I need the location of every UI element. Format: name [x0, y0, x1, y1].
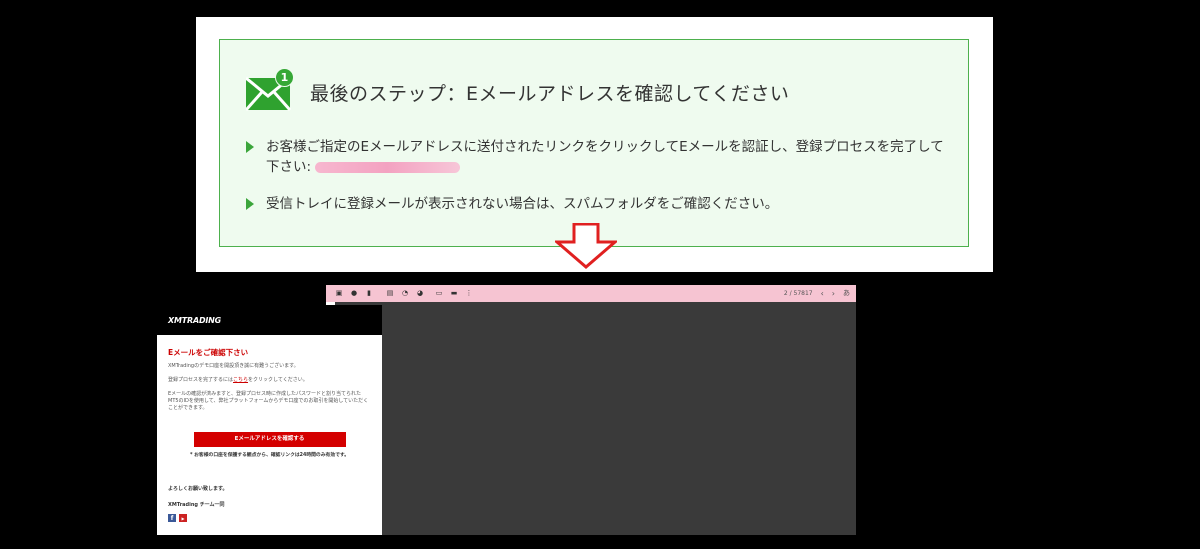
notice-item-text: お客様ご指定のEメールアドレスに送付されたリンクをクリックしてEメールを認証し、…: [266, 139, 944, 175]
facebook-icon[interactable]: f: [168, 514, 176, 522]
move-icon[interactable]: ▭: [434, 289, 444, 299]
email-paragraph: XMTradingのデモ口座を開設頂き誠に有難うございます。: [168, 363, 299, 369]
mail-toolbar: ▣ ● ▮ ▤ ◔ ◕ ▭ ▬ ⋮ 2 / 57817 ‹ › あ: [326, 285, 856, 302]
email-title: Eメールをご確認下さい: [168, 348, 249, 357]
link-expiry-note: * お客様の口座を保護する観点から、確認リンクは24時間のみ有効です。: [189, 453, 350, 458]
bullet-arrow-icon: [246, 198, 254, 210]
confirm-email-button[interactable]: Eメールアドレスを確認する: [193, 432, 346, 447]
notice-item-text: 受信トレイに登録メールが表示されない場合は、スパムフォルダをご確認ください。: [266, 196, 779, 212]
email-paragraph: 登録プロセスを完了するにはこちらをクリックしてください。: [168, 377, 308, 383]
email-paragraph: Eメールの確認が済みますと、登録プロセス時に作成したパスワードと割り当てられたM…: [168, 391, 369, 411]
notice-item-verify-link: お客様ご指定のEメールアドレスに送付されたリンクをクリックしてEメールを認証し、…: [246, 137, 946, 177]
next-button[interactable]: ›: [832, 289, 835, 298]
mail-viewer-window: ▣ ● ▮ ▤ ◔ ◕ ▭ ▬ ⋮ 2 / 57817 ‹ › あ: [326, 285, 856, 535]
notice-header: 1 最後のステップ：Eメールアドレスを確認してください: [246, 68, 790, 112]
sign-off: よろしくお願い致します。: [168, 486, 228, 492]
confirm-link[interactable]: こちら: [233, 377, 248, 383]
check-icon[interactable]: ◕: [415, 289, 425, 299]
archive-icon[interactable]: ▣: [334, 289, 344, 299]
social-links: f ▶: [168, 514, 371, 522]
ime-indicator[interactable]: あ: [843, 288, 850, 298]
youtube-icon[interactable]: ▶: [179, 514, 187, 522]
more-icon[interactable]: ⋮: [464, 289, 474, 299]
brand-logo: XMTRADING: [168, 315, 222, 325]
prev-button[interactable]: ‹: [821, 289, 824, 298]
verify-email-notice: 1 最後のステップ：Eメールアドレスを確認してください お客様ご指定のEメールア…: [219, 39, 969, 247]
mail-notification-icon: 1: [246, 68, 294, 112]
spam-icon[interactable]: ●: [349, 289, 359, 299]
mail-icon[interactable]: ▤: [385, 289, 395, 299]
label-icon[interactable]: ▬: [449, 289, 459, 299]
bullet-arrow-icon: [246, 141, 254, 153]
email-header: XMTRADING: [157, 305, 382, 335]
email-message: XMTRADING Eメールをご確認下さい XMTradingのデモ口座を開設頂…: [157, 305, 382, 535]
delete-icon[interactable]: ▮: [364, 289, 374, 299]
clock-icon[interactable]: ◔: [400, 289, 410, 299]
team-signature: XMTrading チーム一同: [168, 502, 225, 508]
down-arrow-icon: [555, 223, 617, 269]
screenshot-stage: 1 最後のステップ：Eメールアドレスを確認してください お客様ご指定のEメールア…: [0, 0, 1200, 549]
page-counter: 2 / 57817: [783, 289, 813, 297]
email-body: Eメールをご確認下さい XMTradingのデモ口座を開設頂き誠に有難うございま…: [157, 335, 382, 522]
notice-item-spam-folder: 受信トレイに登録メールが表示されない場合は、スパムフォルダをご確認ください。: [246, 194, 778, 214]
notification-badge: 1: [275, 68, 294, 87]
message-canvas: [335, 302, 856, 535]
toolbar-right: 2 / 57817 ‹ › あ: [776, 288, 850, 298]
redacted-email: [311, 160, 461, 174]
notice-title: 最後のステップ：Eメールアドレスを確認してください: [310, 82, 790, 105]
